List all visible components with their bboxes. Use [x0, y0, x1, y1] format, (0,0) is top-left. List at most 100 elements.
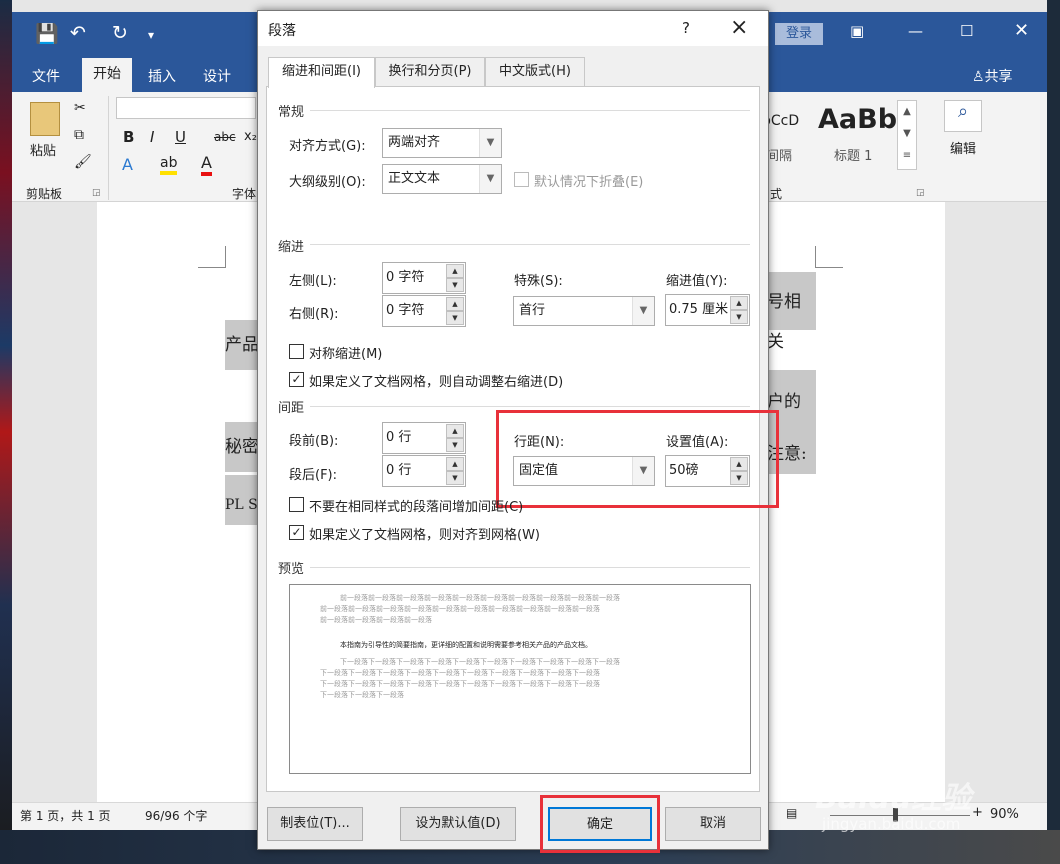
set-default-button[interactable]: 设为默认值(D)	[400, 807, 516, 841]
snap-to-grid-checkbox[interactable]: ✓	[289, 525, 304, 540]
tab-design[interactable]: 设计	[203, 66, 231, 86]
right-indent-input[interactable]: 0 字符 ▲ ▼	[382, 295, 466, 327]
redo-icon[interactable]: ↻	[112, 22, 128, 44]
space-after-input[interactable]: 0 行 ▲ ▼	[382, 455, 466, 487]
zoom-level[interactable]: 90%	[990, 807, 1019, 822]
maximize-icon[interactable]: ☐	[960, 22, 973, 40]
cancel-button[interactable]: 取消	[665, 807, 761, 841]
section-divider	[310, 110, 750, 111]
paste-icon[interactable]	[30, 102, 60, 136]
style-sample-2[interactable]: AaBb	[818, 104, 897, 135]
spacing-heading: 间距	[278, 401, 305, 416]
spin-down-icon[interactable]: ▼	[730, 310, 748, 324]
special-label: 特殊(S):	[514, 274, 563, 289]
styles-scroll[interactable]: ▲ ▼ ≡	[897, 100, 917, 170]
spin-up-icon[interactable]: ▲	[446, 457, 464, 471]
paragraph-dialog: 段落 ? × 缩进和间距(I) 换行和分页(P) 中文版式(H) 常规 对齐方式…	[257, 10, 779, 853]
indent-by-value: 0.75 厘米	[669, 302, 729, 317]
tab-file[interactable]: 文件	[32, 66, 60, 86]
spin-down-icon[interactable]: ▼	[446, 278, 464, 292]
tab-asian-typography[interactable]: 中文版式(H)	[485, 57, 585, 87]
strikethrough-button[interactable]: abc	[214, 130, 236, 144]
right-indent-value: 0 字符	[386, 303, 425, 318]
style-label-1: 间隔	[766, 149, 793, 164]
cut-icon[interactable]: ✂	[74, 100, 86, 116]
preview-heading: 预览	[278, 562, 305, 577]
search-icon[interactable]: ⌕	[944, 100, 982, 132]
spin-down-icon[interactable]: ▼	[446, 438, 464, 452]
mirror-indents-checkbox[interactable]	[289, 344, 304, 359]
font-name-box[interactable]	[116, 97, 256, 119]
help-button[interactable]: ?	[682, 19, 690, 37]
word-count[interactable]: 96/96 个字	[145, 807, 207, 824]
alignment-value: 两端对齐	[388, 135, 441, 150]
person-icon: ♙	[972, 69, 985, 85]
save-icon[interactable]: 💾	[35, 22, 59, 45]
styles-launcher-icon[interactable]: ◲	[916, 188, 925, 198]
outline-level-select[interactable]: 正文文本 ▼	[382, 164, 502, 194]
spin-down-icon[interactable]: ▼	[446, 471, 464, 485]
left-indent-input[interactable]: 0 字符 ▲ ▼	[382, 262, 466, 294]
no-space-same-style-checkbox[interactable]	[289, 497, 304, 512]
dialog-close-button[interactable]: ×	[730, 15, 748, 40]
dialog-title-bar	[258, 11, 768, 47]
spin-up-icon[interactable]: ▲	[446, 424, 464, 438]
spin-down-icon[interactable]: ▼	[446, 311, 464, 325]
tabs-button[interactable]: 制表位(T)...	[267, 807, 363, 841]
preview-next-line: 下一段落下一段落下一段落下一段落下一段落下一段落下一段落下一段落下一段落下一段落	[320, 669, 600, 677]
styles-group-label: 式	[770, 187, 783, 201]
font-color-icon[interactable]: A	[201, 153, 212, 176]
spin-up-icon[interactable]: ▲	[446, 264, 464, 278]
view-icon[interactable]: ▤	[786, 806, 797, 820]
section-divider	[310, 244, 750, 245]
dialog-launcher-icon[interactable]: ◲	[92, 188, 101, 198]
doc-text-fragment: 号相关	[767, 272, 816, 352]
minimize-icon[interactable]: —	[908, 22, 923, 40]
highlight-frame-ok	[540, 795, 660, 853]
zoom-in-icon[interactable]: +	[972, 805, 983, 820]
space-before-input[interactable]: 0 行 ▲ ▼	[382, 422, 466, 454]
preview-prev-line: 前一段落前一段落前一段落前一段落前一段落前一段落前一段落前一段落前一段落前一段落	[320, 605, 600, 613]
preview-next-line: 下一段落下一段落下一段落下一段落下一段落下一段落下一段落下一段落下一段落下一段落	[340, 658, 620, 666]
format-painter-icon[interactable]: 🖌	[74, 154, 92, 170]
page-count[interactable]: 第 1 页，共 1 页	[20, 807, 111, 824]
close-icon[interactable]: ✕	[1014, 20, 1029, 41]
italic-button[interactable]: I	[150, 128, 154, 146]
share-button[interactable]: ♙共享	[972, 66, 1013, 86]
indent-heading: 缩进	[278, 240, 305, 255]
tab-home[interactable]: 开始	[82, 58, 132, 92]
snap-to-grid-label: 如果定义了文档网格，则对齐到网格(W)	[309, 528, 540, 543]
tab-indents-spacing[interactable]: 缩进和间距(I)	[268, 57, 375, 88]
editing-button[interactable]: 编辑	[950, 138, 976, 157]
bold-button[interactable]: B	[123, 128, 134, 146]
auto-adjust-checkbox[interactable]: ✓	[289, 372, 304, 387]
preview-sample-line: 本指南为引导性的简要指南，更详细的配置和说明需要参考相关产品的产品文档。	[340, 641, 592, 649]
spin-up-icon[interactable]: ▲	[730, 296, 748, 310]
space-after-label: 段后(F):	[289, 468, 338, 483]
tab-line-page-breaks[interactable]: 换行和分页(P)	[375, 57, 485, 87]
alignment-select[interactable]: 两端对齐 ▼	[382, 128, 502, 158]
auto-adjust-label: 如果定义了文档网格，则自动调整右缩进(D)	[309, 375, 564, 390]
dialog-title: 段落	[268, 23, 296, 39]
customize-icon[interactable]: ▾	[148, 28, 154, 42]
indent-by-input[interactable]: 0.75 厘米 ▲ ▼	[665, 294, 750, 326]
ribbon-display-icon[interactable]: ▣	[850, 22, 864, 40]
left-indent-value: 0 字符	[386, 270, 425, 285]
undo-icon[interactable]: ↶	[70, 22, 86, 44]
login-button[interactable]: 登录	[775, 23, 823, 45]
spin-up-icon[interactable]: ▲	[446, 297, 464, 311]
paste-button[interactable]: 粘贴	[30, 140, 56, 159]
share-label: 共享	[984, 69, 1013, 85]
preview-next-line: 下一段落下一段落下一段落下一段落下一段落下一段落下一段落下一段落下一段落下一段落	[320, 680, 600, 688]
text-effects-icon[interactable]: A	[122, 155, 133, 174]
highlight-icon[interactable]: ab	[160, 155, 178, 175]
special-select[interactable]: 首行 ▼	[513, 296, 655, 326]
margin-corner-right	[815, 246, 843, 268]
tab-insert[interactable]: 插入	[148, 66, 176, 86]
collapse-checkbox[interactable]	[514, 172, 529, 187]
general-heading: 常规	[278, 105, 305, 120]
subscript-button[interactable]: x₂	[244, 129, 257, 144]
mirror-indents-label: 对称缩进(M)	[309, 347, 383, 362]
underline-button[interactable]: U	[175, 128, 186, 146]
copy-icon[interactable]: ⧉	[74, 127, 84, 143]
